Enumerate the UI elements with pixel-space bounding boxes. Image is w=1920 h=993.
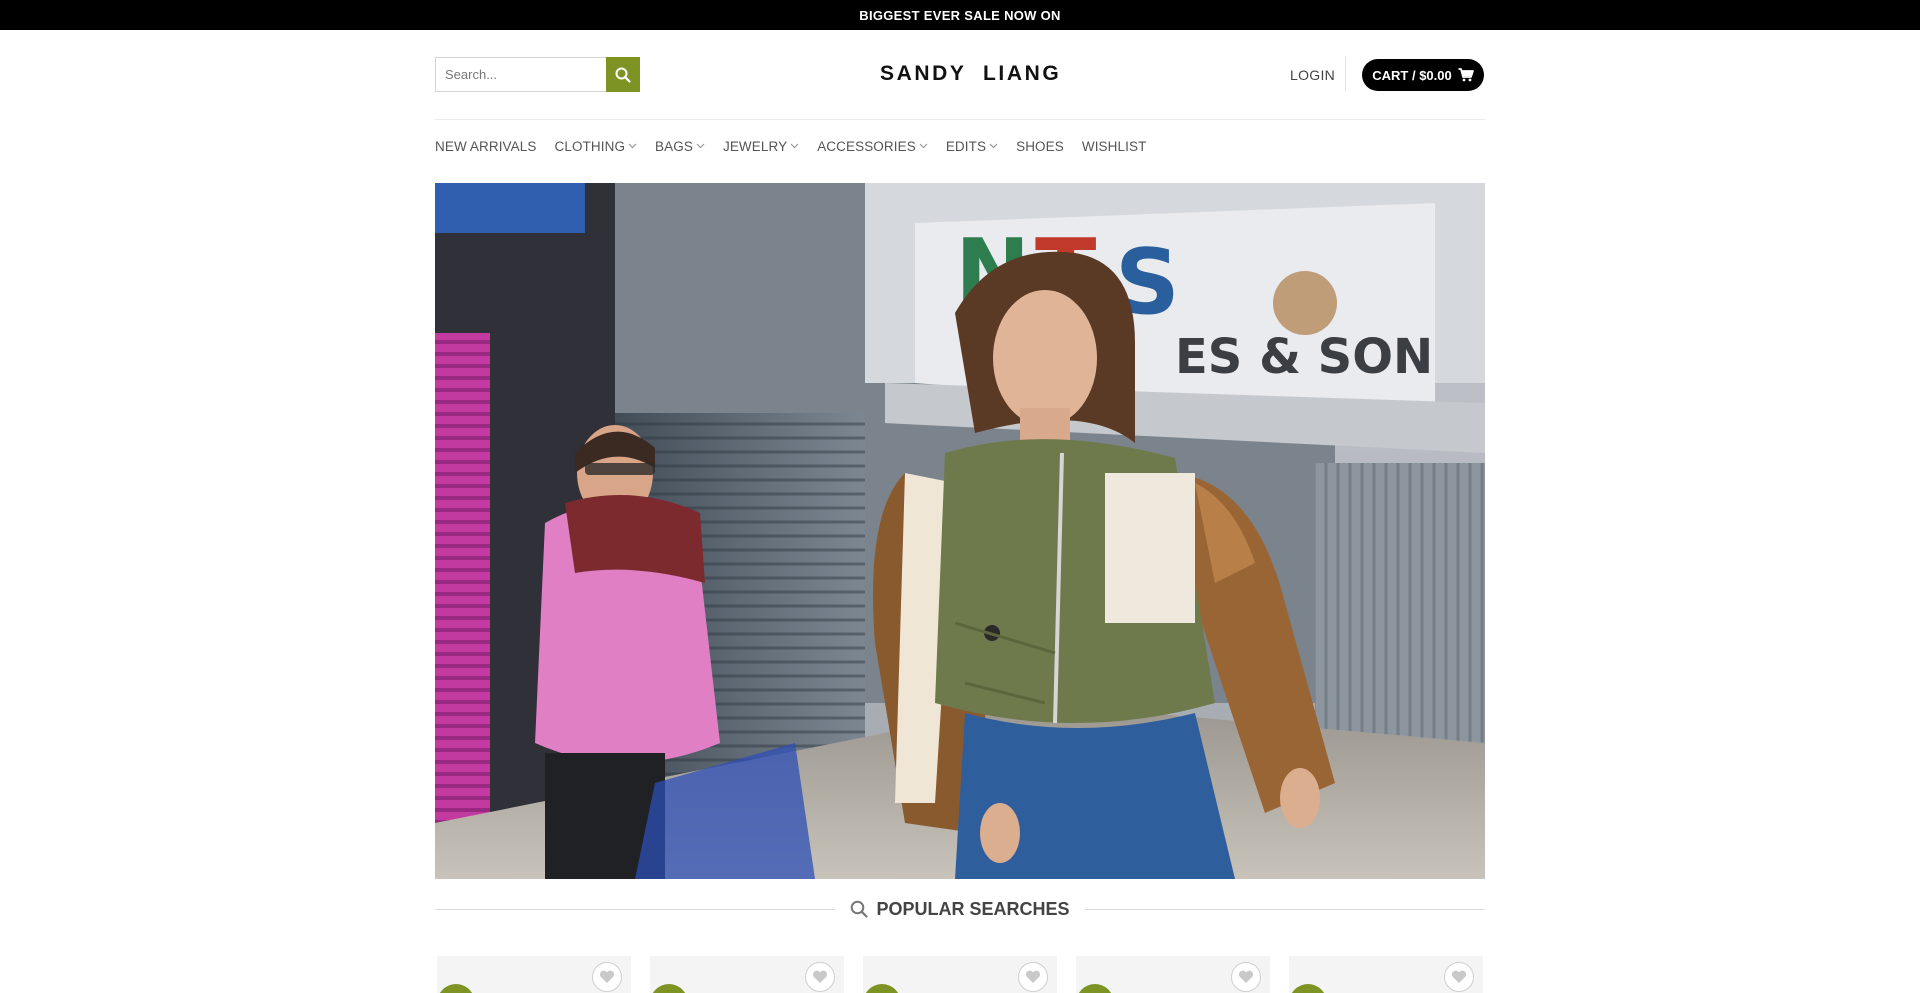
chevron-down-icon <box>628 143 637 149</box>
nav-item-label: CLOTHING <box>554 138 626 154</box>
heart-icon <box>1238 970 1254 983</box>
product-card[interactable] <box>1289 956 1483 993</box>
chevron-down-icon <box>696 143 705 149</box>
wishlist-button[interactable] <box>1231 962 1261 992</box>
popular-searches-title: POPULAR SEARCHES <box>876 898 1070 919</box>
hero-photo: N T S ES & SON <box>435 183 1485 879</box>
product-cards-row <box>437 956 1487 993</box>
heading-line-right <box>1084 908 1485 910</box>
heart-icon <box>812 970 828 983</box>
search-button[interactable] <box>606 57 640 92</box>
sale-badge <box>650 984 688 993</box>
nav-item-jewelry[interactable]: JEWELRY <box>723 139 799 154</box>
nav-item-bags[interactable]: BAGS <box>655 139 705 154</box>
search-form <box>435 57 640 92</box>
cart-button[interactable]: CART / $0.00 <box>1362 59 1484 91</box>
product-card[interactable] <box>1076 956 1270 993</box>
product-card[interactable] <box>863 956 1057 993</box>
nav-item-label: EDITS <box>945 138 987 154</box>
sale-badge <box>1289 984 1327 993</box>
hero-image[interactable]: N T S ES & SON <box>435 183 1485 879</box>
login-link[interactable]: LOGIN <box>1290 67 1335 83</box>
main-nav: NEW ARRIVALS CLOTHING BAGS JEWELRY ACCESSORI… <box>435 131 1164 161</box>
search-input[interactable] <box>435 57 606 92</box>
sale-badge <box>1076 984 1114 993</box>
sale-badge <box>863 984 901 993</box>
nav-item-label: SHOES <box>1016 138 1064 154</box>
nav-item-wishlist[interactable]: WISHLIST <box>1082 139 1147 154</box>
heart-icon <box>1451 970 1467 983</box>
nav-item-accessories[interactable]: ACCESSORIES <box>817 139 928 154</box>
product-card[interactable] <box>437 956 631 993</box>
nav-item-new-arrivals[interactable]: NEW ARRIVALS <box>435 139 536 154</box>
heading-line-left <box>435 908 836 910</box>
nav-item-label: BAGS <box>655 138 693 154</box>
header-divider <box>1345 57 1346 91</box>
chevron-down-icon <box>989 143 998 149</box>
wishlist-button[interactable] <box>592 962 622 992</box>
wishlist-button[interactable] <box>1018 962 1048 992</box>
nav-item-label: ACCESSORIES <box>817 138 916 154</box>
cart-icon <box>1458 68 1474 82</box>
nav-item-clothing[interactable]: CLOTHING <box>554 139 637 154</box>
sale-badge <box>437 984 475 993</box>
announcement-bar: BIGGEST EVER SALE NOW ON <box>0 0 1920 30</box>
nav-item-label: WISHLIST <box>1081 138 1147 154</box>
announcement-text: BIGGEST EVER SALE NOW ON <box>859 7 1061 23</box>
svg-text:ES & SON: ES & SON <box>1175 329 1433 385</box>
chevron-down-icon <box>790 143 799 149</box>
search-icon <box>851 900 869 918</box>
nav-item-label: JEWELRY <box>722 138 788 154</box>
site-logo[interactable]: SANDY LIANG <box>880 62 1059 86</box>
wishlist-button[interactable] <box>805 962 835 992</box>
cart-label: CART / $0.00 <box>1372 67 1452 83</box>
wishlist-button[interactable] <box>1444 962 1474 992</box>
heart-icon <box>1025 970 1041 983</box>
site-header: SANDY LIANG LOGIN CART / $0.00 <box>435 30 1485 120</box>
heart-icon <box>599 970 615 983</box>
chevron-down-icon <box>919 143 928 149</box>
nav-item-edits[interactable]: EDITS <box>946 139 998 154</box>
nav-item-shoes[interactable]: SHOES <box>1016 139 1064 154</box>
product-card[interactable] <box>650 956 844 993</box>
nav-item-label: NEW ARRIVALS <box>435 138 537 154</box>
popular-searches-label: POPULAR SEARCHES <box>835 899 1084 920</box>
popular-searches-heading: POPULAR SEARCHES <box>435 894 1485 924</box>
search-icon <box>615 67 631 83</box>
